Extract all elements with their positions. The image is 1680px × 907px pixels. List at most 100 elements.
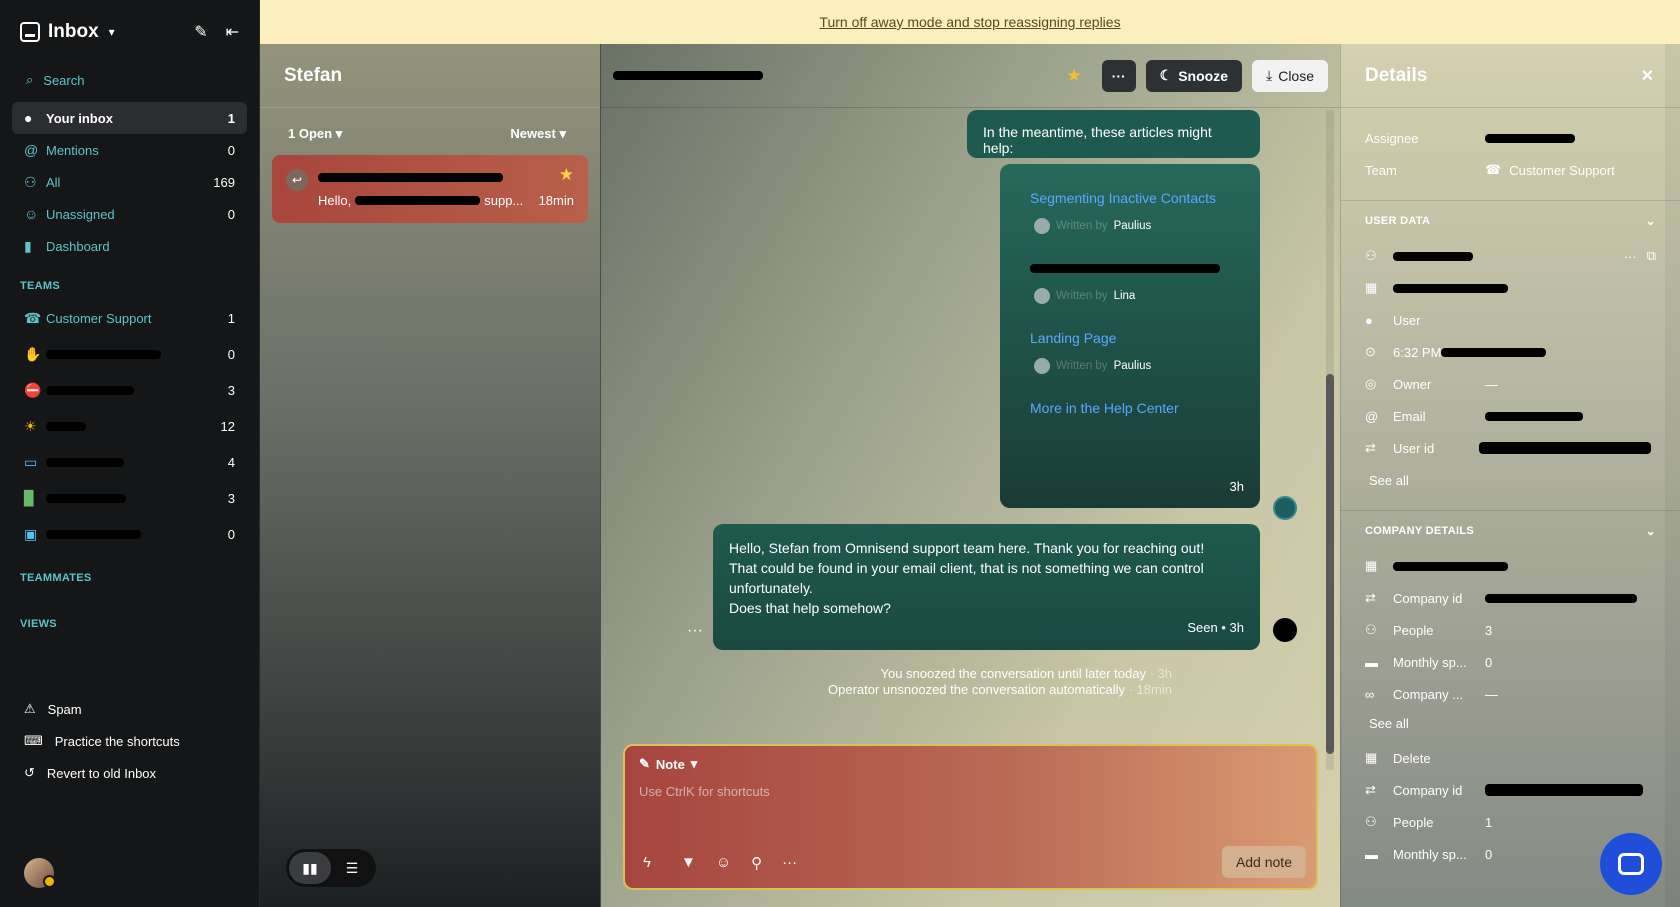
split-view-button[interactable]: ▮▮ xyxy=(289,852,331,884)
redacted-team-name xyxy=(46,385,134,395)
details-panel: Details ✕ Assignee Team ☎ Customer Suppo… xyxy=(1340,44,1680,907)
list-view-button[interactable]: ☰ xyxy=(331,852,373,884)
collapse-sidebar-icon[interactable]: ⇤ xyxy=(226,22,239,42)
author-avatar xyxy=(1034,218,1050,234)
message-options-icon[interactable]: ··· xyxy=(687,622,703,640)
conversation-preview: Hello, supp... xyxy=(318,193,524,208)
team-row[interactable]: Team ☎ Customer Support xyxy=(1341,154,1680,186)
people-row: ⚇ People 3 xyxy=(1365,622,1493,638)
star-icon[interactable]: ★ xyxy=(1066,66,1081,86)
practice-shortcuts-link[interactable]: ⌨ Practice the shortcuts xyxy=(0,725,260,757)
redacted-team-name xyxy=(46,493,126,503)
sidebar-item-your-inbox[interactable]: ● Your inbox 1 xyxy=(12,102,247,134)
lightning-icon[interactable]: ϟ xyxy=(643,854,651,872)
spam-link[interactable]: ⚠ Spam xyxy=(0,693,260,725)
sidebar-item-label: All xyxy=(46,174,61,190)
views-heading[interactable]: VIEWS xyxy=(0,618,259,630)
sidebar-team-customer-support[interactable]: ☎ Customer Support 1 xyxy=(12,300,247,336)
alert-icon: ⚠ xyxy=(24,701,36,716)
sidebar-team[interactable]: ☀ 12 xyxy=(12,408,247,444)
article-link[interactable] xyxy=(1030,260,1230,276)
user-data-section-toggle[interactable]: USER DATA ⌄ xyxy=(1341,200,1680,240)
footer-label: Revert to old Inbox xyxy=(46,765,157,781)
compose-icon[interactable]: ✎ xyxy=(194,22,207,42)
conversation-list: Stefan 1 Open ▾ Newest ▾ ↩ ★ Hello, supp… xyxy=(260,44,601,907)
company-attribute-row: ∞ Company ... — xyxy=(1365,686,1498,702)
avatar-icon: ● xyxy=(24,110,33,126)
add-note-button[interactable]: Add note xyxy=(1221,846,1306,878)
help-center-link[interactable]: More in the Help Center xyxy=(1030,400,1230,416)
sidebar-item-count: 169 xyxy=(213,174,235,190)
article-author: Written by Paulius xyxy=(1034,358,1230,374)
team-count: 1 xyxy=(227,310,235,326)
conversation-card[interactable]: ↩ ★ Hello, supp... 18min xyxy=(272,155,588,223)
author-avatar xyxy=(1034,288,1050,304)
emoji-icon[interactable]: ☺ xyxy=(716,854,731,872)
inbox-title[interactable]: Inbox xyxy=(48,21,99,43)
sidebar-team[interactable]: ▉ 3 xyxy=(12,480,247,516)
more-tools-icon[interactable]: ··· xyxy=(782,854,797,872)
close-icon[interactable]: ✕ xyxy=(1641,66,1654,86)
teammates-heading[interactable]: TEAMMATES xyxy=(0,572,259,584)
handshake-icon: ✋ xyxy=(24,345,42,362)
sidebar-item-all[interactable]: ⚇ All 169 xyxy=(12,166,247,198)
sun-icon: ☀ xyxy=(24,417,37,434)
sidebar-header: Inbox ▾ ✎ ⇤ xyxy=(0,0,259,64)
snooze-button[interactable]: ☾ Snooze xyxy=(1145,59,1242,92)
composer-mode-dropdown[interactable]: ✎ Note ▾ xyxy=(639,756,1302,772)
user-company-row[interactable]: ▦ xyxy=(1341,272,1680,304)
sidebar-item-dashboard[interactable]: ▮ Dashboard xyxy=(12,230,247,262)
footer-label: Practice the shortcuts xyxy=(54,733,180,749)
page-scrollbar[interactable] xyxy=(1665,44,1680,907)
sidebar-item-unassigned[interactable]: ☺ Unassigned 0 xyxy=(12,198,247,230)
company-details-section-toggle[interactable]: COMPANY DETAILS ⌄ xyxy=(1341,510,1680,550)
team-count: 0 xyxy=(227,346,235,362)
redacted-team-name xyxy=(46,349,161,359)
more-actions-button[interactable]: ··· xyxy=(1101,59,1136,92)
note-composer[interactable]: ✎ Note ▾ Use CtrlK for shortcuts ϟ ▼ ☺ ⚲… xyxy=(623,744,1318,890)
open-external-icon[interactable]: ⧉ xyxy=(1647,248,1656,264)
email-row[interactable]: @ Email xyxy=(1341,400,1680,432)
bot-avatar-icon xyxy=(1273,496,1297,520)
revert-old-inbox-link[interactable]: ↺ Revert to old Inbox xyxy=(0,757,260,789)
assignee-row[interactable]: Assignee xyxy=(1341,122,1680,154)
star-icon[interactable]: ★ xyxy=(559,165,574,185)
open-filter[interactable]: 1 Open ▾ xyxy=(288,126,342,142)
article-link[interactable]: Landing Page xyxy=(1030,330,1230,346)
monthly-spend-row: ▬ Monthly sp... 0 xyxy=(1365,654,1493,670)
sidebar-team[interactable]: ⛔ 3 xyxy=(12,372,247,408)
delete-company-row[interactable]: ▦ Delete xyxy=(1341,742,1680,774)
attachment-icon[interactable]: ⚲ xyxy=(751,854,762,872)
more-options-icon[interactable]: ··· xyxy=(1624,249,1637,264)
building-icon: ▦ xyxy=(1365,280,1378,295)
user-avatar[interactable] xyxy=(24,858,56,888)
bookmark-icon[interactable]: ▼ xyxy=(681,854,696,872)
swap-icon: ⇄ xyxy=(1365,782,1376,797)
company-name-row[interactable]: ▦ xyxy=(1341,550,1680,582)
redacted-team-name xyxy=(46,529,141,539)
redacted-conversation-title xyxy=(613,71,763,80)
search-link[interactable]: ⌕ Search xyxy=(0,64,259,96)
sidebar-team[interactable]: ✋ 0 xyxy=(12,336,247,372)
user-type-row: ● User xyxy=(1365,312,1421,328)
user-name-row[interactable]: ⚇ ··· ⧉ xyxy=(1341,240,1680,272)
user-id-row[interactable]: ⇄ User id xyxy=(1341,432,1680,464)
sidebar-team[interactable]: ▣ 0 xyxy=(12,516,247,552)
sort-dropdown[interactable]: Newest ▾ xyxy=(510,126,566,142)
chevron-down-icon[interactable]: ▾ xyxy=(109,25,115,39)
see-all-company-link[interactable]: See all xyxy=(1341,710,1680,736)
scrollbar-thumb[interactable] xyxy=(1326,374,1334,754)
sidebar-item-mentions[interactable]: @ Mentions 0 xyxy=(12,134,247,166)
sidebar-item-count: 1 xyxy=(227,110,235,126)
composer-input[interactable]: Use CtrlK for shortcuts xyxy=(639,784,1302,799)
see-all-user-data-link[interactable]: See all xyxy=(1341,464,1680,496)
close-conversation-button[interactable]: ⤓ Close xyxy=(1252,59,1328,92)
owner-row[interactable]: ◎ Owner — xyxy=(1341,368,1680,400)
sidebar-team[interactable]: ▭ 4 xyxy=(12,444,247,480)
turn-off-away-mode-link[interactable]: Turn off away mode and stop reassigning … xyxy=(819,14,1120,30)
article-link[interactable]: Segmenting Inactive Contacts xyxy=(1030,190,1230,206)
messenger-launcher-button[interactable] xyxy=(1600,833,1662,895)
keyboard-icon: ⌨ xyxy=(24,733,43,748)
chevron-down-icon: ⌄ xyxy=(1645,523,1656,538)
search-label: Search xyxy=(43,72,85,88)
